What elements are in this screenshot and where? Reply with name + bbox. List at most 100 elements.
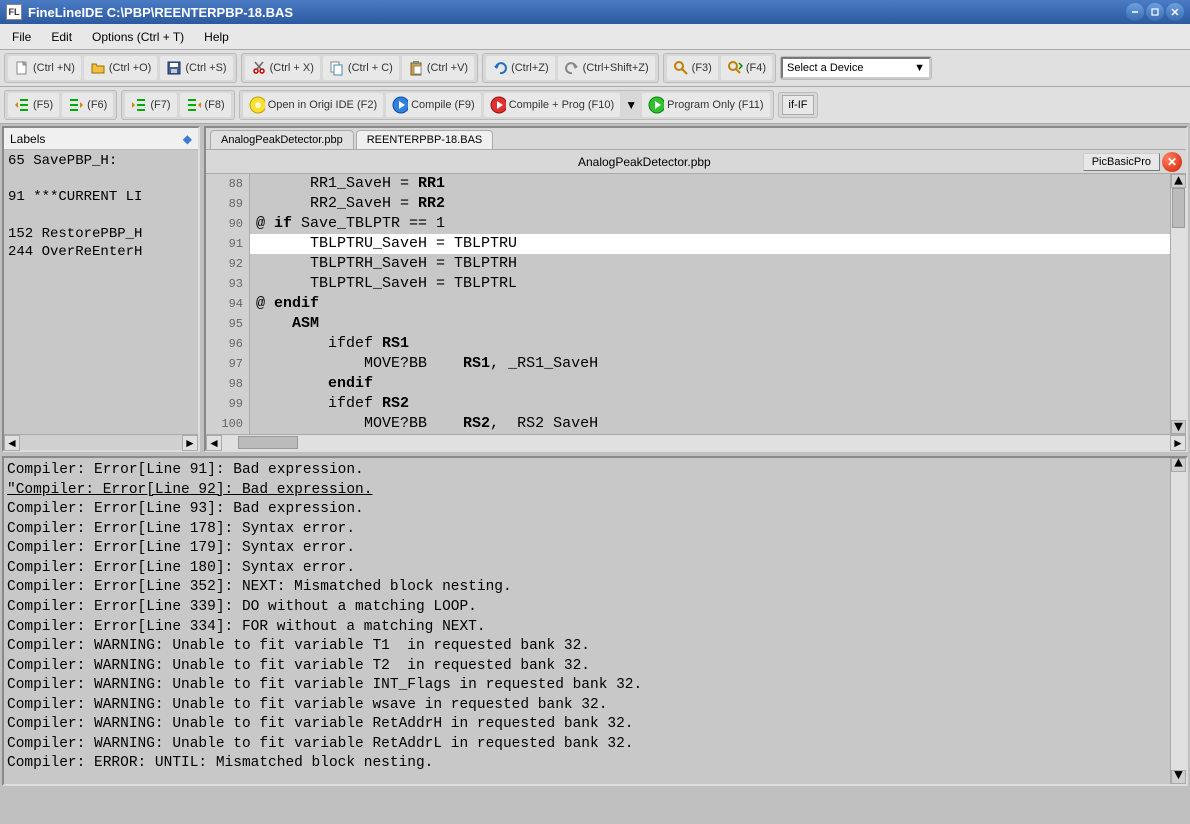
editor-panel: AnalogPeakDetector.pbp REENTERPBP-18.BAS… [204,126,1188,452]
output-line[interactable]: Compiler: WARNING: Unable to fit variabl… [7,637,1183,657]
output-line[interactable]: Compiler: Error[Line 352]: NEXT: Mismatc… [7,578,1183,598]
scroll-up-icon[interactable]: ▲ [1171,458,1186,472]
open-button[interactable]: (Ctrl +O) [84,56,157,80]
code-editor[interactable]: 888990919293949596979899100 RR1_SaveH = … [206,174,1186,434]
indent-block-button[interactable]: (F6) [62,93,113,117]
code-line[interactable]: ifdef RS2 [250,394,1170,414]
paste-button[interactable]: (Ctrl +V) [402,56,474,80]
scroll-left-icon[interactable]: ◄ [206,435,222,451]
labels-line[interactable]: 65 SavePBP_H: [8,152,194,170]
labels-hscrollbar[interactable]: ◄ ► [4,434,198,450]
menu-help[interactable]: Help [196,26,237,48]
hscroll-thumb[interactable] [238,436,298,449]
new-file-icon [14,60,30,76]
open-origi-ide-button[interactable]: Open in Origi IDE (F2) [243,93,383,117]
labels-line[interactable] [8,207,194,225]
labels-header[interactable]: Labels ◆ [4,128,198,150]
uncomment-icon [186,97,202,113]
minimize-button[interactable] [1126,3,1144,21]
close-button[interactable] [1166,3,1184,21]
vscroll-thumb[interactable] [1172,188,1185,228]
editor-hscrollbar[interactable]: ◄ ► [206,434,1186,450]
new-button[interactable]: (Ctrl +N) [8,56,81,80]
menu-options[interactable]: Options (Ctrl + T) [84,26,192,48]
output-line[interactable]: Compiler: WARNING: Unable to fit variabl… [7,657,1183,677]
cut-button[interactable]: (Ctrl + X) [245,56,320,80]
output-line[interactable]: Compiler: Error[Line 91]: Bad expression… [7,461,1183,481]
code-content[interactable]: RR1_SaveH = RR1 RR2_SaveH = RR2@ if Save… [250,174,1170,434]
labels-line[interactable]: 91 ***CURRENT LI [8,188,194,206]
scroll-right-icon[interactable]: ► [1170,435,1186,451]
compile-prog-button[interactable]: Compile + Prog (F10) [484,93,620,117]
code-line[interactable]: MOVE?BB RS1, _RS1_SaveH [250,354,1170,374]
scissors-icon [251,60,267,76]
output-line[interactable]: Compiler: WARNING: Unable to fit variabl… [7,715,1183,735]
comment-button[interactable]: (F7) [125,93,176,117]
save-button[interactable]: (Ctrl +S) [160,56,232,80]
code-line[interactable]: ifdef RS1 [250,334,1170,354]
output-line[interactable]: Compiler: Error[Line 93]: Bad expression… [7,500,1183,520]
output-line[interactable]: "Compiler: Error[Line 92]: Bad expressio… [7,481,1183,501]
output-line[interactable]: Compiler: WARNING: Unable to fit variabl… [7,696,1183,716]
device-select[interactable]: Select a Device ▼ [781,57,931,79]
output-line[interactable]: Compiler: Error[Line 180]: Syntax error. [7,559,1183,579]
scroll-left-icon[interactable]: ◄ [4,435,20,451]
tab-strip: AnalogPeakDetector.pbp REENTERPBP-18.BAS [206,128,1186,150]
output-line[interactable]: Compiler: Error[Line 179]: Syntax error. [7,539,1183,559]
code-line[interactable]: ASM [250,314,1170,334]
find-button[interactable]: (F3) [667,56,718,80]
uncomment-button[interactable]: (F8) [180,93,231,117]
code-line[interactable]: TBLPTRH_SaveH = TBLPTRH [250,254,1170,274]
output-line[interactable]: Compiler: WARNING: Unable to fit variabl… [7,735,1183,755]
compile-button[interactable]: Compile (F9) [386,93,481,117]
output-line[interactable]: Compiler: Error[Line 178]: Syntax error. [7,520,1183,540]
code-line[interactable]: endif [250,374,1170,394]
labels-line[interactable]: 152 RestorePBP_H [8,225,194,243]
output-line[interactable]: Compiler: Error[Line 334]: FOR without a… [7,618,1183,638]
code-line[interactable]: RR1_SaveH = RR1 [250,174,1170,194]
play-blue-icon [392,97,408,113]
labels-line[interactable] [8,170,194,188]
output-line[interactable]: Compiler: Error[Line 339]: DO without a … [7,598,1183,618]
redo-button[interactable]: (Ctrl+Shift+Z) [558,56,655,80]
search-icon [673,60,689,76]
close-doc-button[interactable]: ✕ [1162,152,1182,172]
toolbar-row-2: (F5) (F6) (F7) (F8) Open in Origi IDE (F… [0,87,1190,124]
tab-analogpeak[interactable]: AnalogPeakDetector.pbp [210,130,354,149]
code-line[interactable]: TBLPTRU_SaveH = TBLPTRU [250,234,1170,254]
outdent-block-button[interactable]: (F5) [8,93,59,117]
scroll-down-icon[interactable]: ▼ [1171,770,1186,784]
labels-panel: Labels ◆ 65 SavePBP_H: 91 ***CURRENT LI … [2,126,200,452]
code-line[interactable]: @ endif [250,294,1170,314]
chevron-down-icon[interactable]: ▼ [623,97,639,113]
code-line[interactable]: @ if Save_TBLPTR == 1 [250,214,1170,234]
output-vscrollbar[interactable]: ▲▼ [1170,458,1186,784]
find-next-button[interactable]: (F4) [721,56,772,80]
output-panel[interactable]: Compiler: Error[Line 91]: Bad expression… [2,456,1188,786]
menu-edit[interactable]: Edit [43,26,80,48]
code-line[interactable]: TBLPTRL_SaveH = TBLPTRL [250,274,1170,294]
menu-file[interactable]: File [4,26,39,48]
output-line[interactable]: Compiler: ERROR: UNTIL: Mismatched block… [7,754,1183,774]
language-button[interactable]: PicBasicPro [1083,153,1160,171]
output-line[interactable]: Compiler: WARNING: Unable to fit variabl… [7,676,1183,696]
code-line[interactable]: MOVE?BB RS2, RS2 SaveH [250,414,1170,434]
main-area: Labels ◆ 65 SavePBP_H: 91 ***CURRENT LI … [0,124,1190,454]
scroll-up-icon[interactable]: ▲ [1171,174,1186,188]
tab-reenterpbp[interactable]: REENTERPBP-18.BAS [356,130,494,149]
line-gutter: 888990919293949596979899100 [206,174,250,434]
save-icon [166,60,182,76]
title-text: FineLineIDE C:\PBP\REENTERPBP-18.BAS [28,5,1126,20]
labels-list[interactable]: 65 SavePBP_H: 91 ***CURRENT LI 152 Resto… [4,150,198,434]
copy-icon [329,60,345,76]
editor-vscrollbar[interactable]: ▲ ▼ [1170,174,1186,434]
undo-button[interactable]: (Ctrl+Z) [486,56,555,80]
scroll-down-icon[interactable]: ▼ [1171,420,1186,434]
program-only-button[interactable]: Program Only (F11) [642,93,769,117]
outdent-icon [14,97,30,113]
maximize-button[interactable] [1146,3,1164,21]
scroll-right-icon[interactable]: ► [182,435,198,451]
code-line[interactable]: RR2_SaveH = RR2 [250,194,1170,214]
copy-button[interactable]: (Ctrl + C) [323,56,399,80]
labels-line[interactable]: 244 OverReEnterH [8,243,194,261]
